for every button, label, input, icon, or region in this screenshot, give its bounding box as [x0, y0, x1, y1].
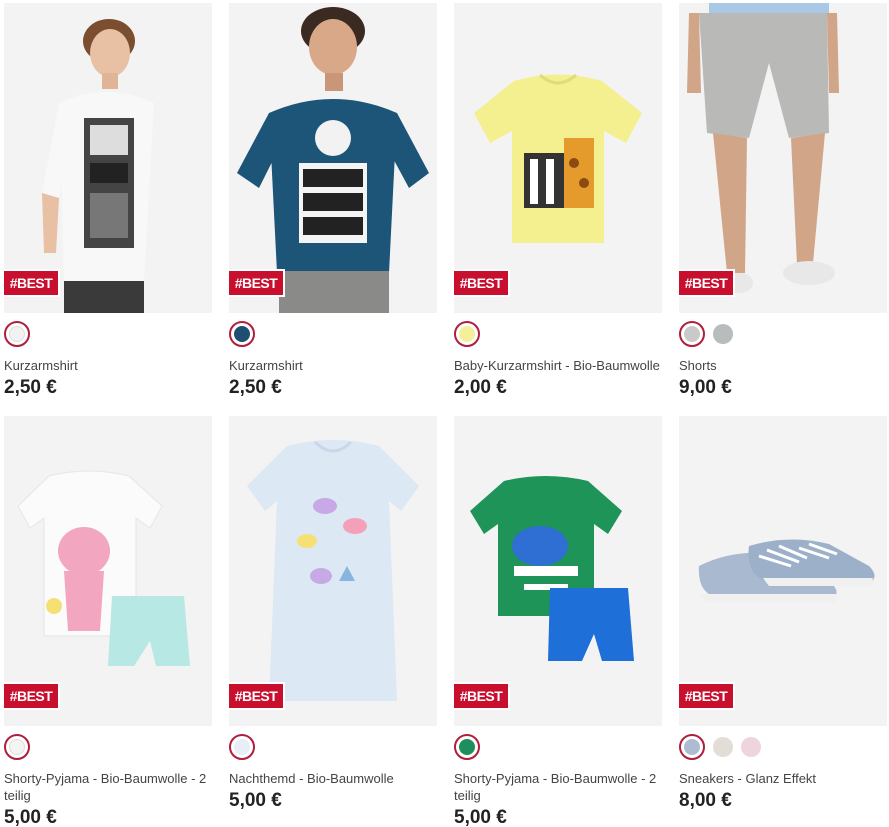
product-image[interactable]: #BEST: [454, 3, 662, 313]
best-badge: #BEST: [454, 269, 510, 297]
product-image[interactable]: #BEST: [4, 3, 212, 313]
product-name[interactable]: Shorty-Pyjama - Bio-Baumwolle - 2 teilig: [4, 770, 212, 804]
best-badge: #BEST: [229, 269, 285, 297]
product-price: 2,00 €: [454, 377, 507, 398]
best-badge: #BEST: [454, 682, 510, 710]
best-badge: #BEST: [679, 682, 735, 710]
best-badge: #BEST: [4, 682, 60, 710]
product-price: 9,00 €: [679, 377, 732, 398]
product-image[interactable]: #BEST: [4, 416, 212, 726]
color-swatches: [4, 734, 212, 760]
product-image[interactable]: #BEST: [229, 3, 437, 313]
product-image-boy-navy-tshirt: [237, 7, 429, 313]
product-card[interactable]: #BEST Shorty-Pyjama - Bio-Baumwolle - 2 …: [454, 416, 662, 827]
product-image[interactable]: #BEST: [679, 3, 887, 313]
product-image-boy-white-tshirt: [42, 19, 154, 313]
product-card[interactable]: #BEST Nachthemd - Bio-Baumwolle 5,00 €: [229, 416, 437, 827]
color-swatches: [229, 734, 437, 760]
product-image[interactable]: #BEST: [454, 416, 662, 726]
product-image[interactable]: #BEST: [679, 416, 887, 726]
product-name[interactable]: Baby-Kurzarmshirt - Bio-Baumwolle: [454, 357, 662, 374]
product-price: 2,50 €: [229, 377, 282, 398]
color-swatches: [454, 734, 662, 760]
product-image-white-pyjama-set: [17, 470, 190, 666]
color-swatch-selected[interactable]: [229, 734, 255, 760]
product-image[interactable]: #BEST: [229, 416, 437, 726]
color-swatch[interactable]: [713, 324, 733, 344]
product-image-green-pyjama-set: [470, 476, 634, 661]
color-swatch-selected[interactable]: [679, 321, 705, 347]
product-image-grey-shorts: [687, 3, 839, 293]
best-badge: #BEST: [4, 269, 60, 297]
product-price: 8,00 €: [679, 790, 732, 811]
color-swatches: [679, 321, 887, 347]
product-name[interactable]: Kurzarmshirt: [4, 357, 212, 374]
product-image-blue-sneakers: [698, 539, 875, 602]
product-price: 5,00 €: [4, 807, 57, 827]
product-name[interactable]: Nachthemd - Bio-Baumwolle: [229, 770, 437, 787]
product-name[interactable]: Sneakers - Glanz Effekt: [679, 770, 887, 787]
product-image-yellow-baby-tshirt: [474, 73, 642, 243]
product-card[interactable]: #BEST Kurzarmshirt 2,50 €: [229, 3, 437, 416]
product-grid: #BEST Kurzarmshirt 2,50 € #BEST Kurzarms…: [4, 3, 887, 827]
product-name[interactable]: Shorty-Pyjama - Bio-Baumwolle - 2 teilig: [454, 770, 662, 804]
product-card[interactable]: #BEST Sneakers - Glanz Effekt 8,00 €: [679, 416, 887, 827]
product-card[interactable]: #BEST Shorts 9,00 €: [679, 3, 887, 416]
product-price: 5,00 €: [229, 790, 282, 811]
best-badge: #BEST: [679, 269, 735, 297]
color-swatch-selected[interactable]: [4, 321, 30, 347]
color-swatch-selected[interactable]: [454, 321, 480, 347]
color-swatches: [679, 734, 887, 760]
product-name[interactable]: Shorts: [679, 357, 887, 374]
color-swatches: [4, 321, 212, 347]
best-badge: #BEST: [229, 682, 285, 710]
color-swatch[interactable]: [713, 737, 733, 757]
color-swatch-selected[interactable]: [679, 734, 705, 760]
product-card[interactable]: #BEST Shorty-Pyjama - Bio-Baumwolle - 2 …: [4, 416, 212, 827]
color-swatch-selected[interactable]: [229, 321, 255, 347]
product-price: 5,00 €: [454, 807, 507, 827]
color-swatches: [454, 321, 662, 347]
product-image-lightblue-nightdress: [247, 440, 419, 701]
color-swatch[interactable]: [741, 737, 761, 757]
product-price: 2,50 €: [4, 377, 57, 398]
color-swatch-selected[interactable]: [454, 734, 480, 760]
product-card[interactable]: #BEST Baby-Kurzarmshirt - Bio-Baumwolle …: [454, 3, 662, 416]
color-swatch-selected[interactable]: [4, 734, 30, 760]
product-name[interactable]: Kurzarmshirt: [229, 357, 437, 374]
color-swatches: [229, 321, 437, 347]
product-card[interactable]: #BEST Kurzarmshirt 2,50 €: [4, 3, 212, 416]
